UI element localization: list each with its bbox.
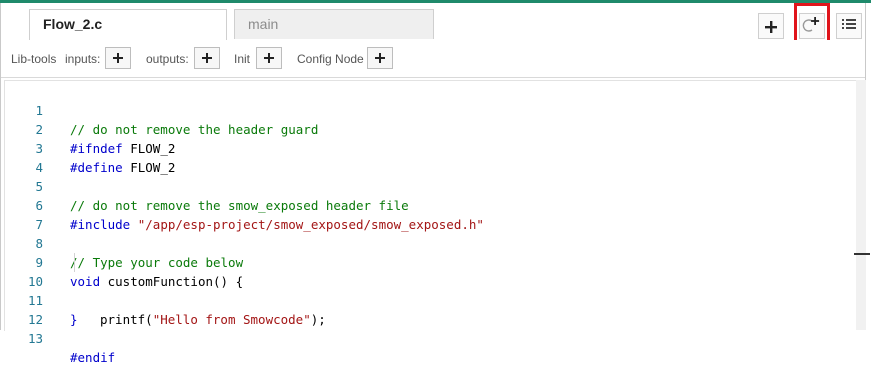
code-line: 9 void customFunction() { [5, 234, 855, 289]
editor-scrollbar[interactable] [856, 80, 866, 330]
code-line: 6 #include "/app/esp-project/smow_expose… [5, 177, 855, 232]
lib-tools-label: Lib-tools [11, 52, 57, 66]
plus-icon [264, 53, 274, 63]
inputs-label: inputs: [65, 52, 101, 66]
highlight-box [794, 3, 830, 43]
plus-icon [202, 53, 212, 63]
code-line: 5 // do not remove the smow_exposed head… [5, 158, 855, 213]
code-line: 7 [5, 196, 855, 232]
config-node-label: Config Node [297, 52, 364, 66]
list-view-button[interactable] [836, 13, 862, 39]
tab-main[interactable]: main [234, 9, 434, 39]
add-file-button[interactable] [758, 13, 784, 39]
scroll-position-marker [854, 253, 870, 255]
add-input-button[interactable] [105, 47, 131, 69]
indent-guide [74, 253, 75, 272]
list-icon [842, 17, 856, 35]
code-line: 4 [5, 139, 855, 175]
add-init-button[interactable] [256, 47, 282, 69]
plus-icon [765, 20, 777, 33]
code-line: 1 // do not remove the header guard [5, 82, 855, 137]
outputs-label: outputs: [146, 52, 189, 66]
code-line: 12 [5, 291, 855, 327]
code-line: 13 #endif [5, 310, 855, 365]
code-text: #endif [70, 350, 116, 365]
add-output-button[interactable] [194, 47, 220, 69]
plus-icon [375, 53, 385, 63]
code-editor[interactable]: 1 // do not remove the header guard 2 #i… [4, 80, 857, 365]
tab-bar: Flow_2.c main [1, 3, 865, 41]
code-line: 8 // Type your code below [5, 215, 855, 270]
code-line: 2 #ifndef FLOW_2 [5, 101, 855, 156]
init-label: Init [234, 52, 251, 66]
code-line: 11 } [5, 272, 855, 327]
code-line: 10 printf("Hello from Smowcode"); [5, 253, 855, 327]
line-number: 13 [27, 331, 43, 346]
lib-tools-bar: Lib-tools inputs: outputs: Init Config N… [1, 40, 865, 78]
add-config-node-button[interactable] [367, 47, 393, 69]
plus-icon [113, 53, 123, 63]
tab-flow-2-c[interactable]: Flow_2.c [29, 9, 227, 41]
code-line: 3 #define FLOW_2 [5, 120, 855, 175]
